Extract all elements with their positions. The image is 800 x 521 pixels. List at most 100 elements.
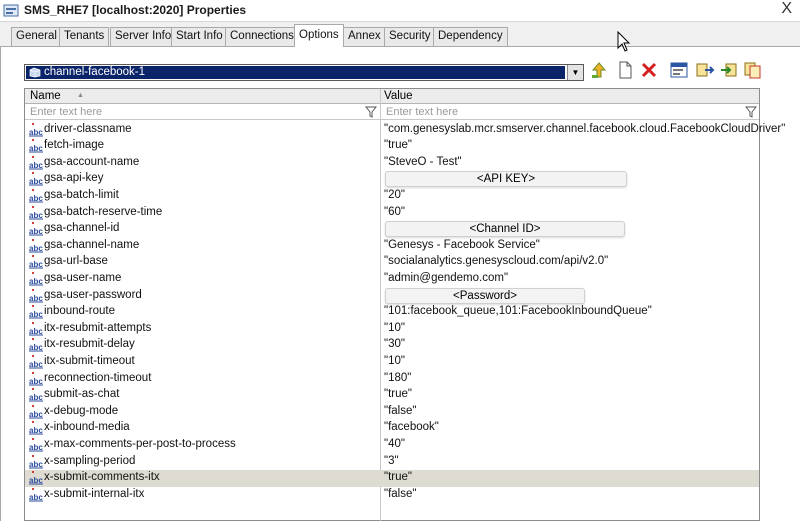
export-icon[interactable]: [695, 60, 715, 80]
tab-connections[interactable]: Connections: [225, 27, 299, 46]
option-value[interactable]: "false": [384, 488, 416, 500]
table-row[interactable]: abc x-sampling-period "3": [25, 454, 759, 471]
table-row[interactable]: abc reconnection-timeout "180": [25, 371, 759, 388]
string-type-icon: abc: [29, 172, 43, 186]
option-name: x-max-comments-per-post-to-process: [44, 437, 236, 450]
option-value[interactable]: "30": [384, 338, 405, 350]
table-row[interactable]: abc x-debug-mode "false": [25, 404, 759, 421]
tab-dependency[interactable]: Dependency: [433, 27, 508, 46]
table-row[interactable]: abc itx-resubmit-attempts "10": [25, 321, 759, 338]
string-type-icon: abc: [29, 437, 43, 452]
table-row[interactable]: abc driver-classname "com.genesyslab.mcr.s…: [25, 122, 785, 139]
option-value[interactable]: "101:facebook_queue,101:FacebookInboundQ…: [384, 305, 652, 317]
table-row[interactable]: abc gsa-batch-reserve-time "60": [25, 205, 759, 222]
copy-icon[interactable]: [743, 60, 763, 80]
table-row[interactable]: abc gsa-batch-limit "20": [25, 188, 759, 205]
string-type-icon: abc: [29, 222, 43, 236]
option-name: gsa-user-name: [44, 271, 122, 284]
table-row[interactable]: abc inbound-route "101:facebook_queue,101:…: [25, 304, 759, 321]
option-value[interactable]: "true": [384, 139, 412, 151]
string-type-icon: abc: [29, 271, 43, 286]
close-button[interactable]: X: [781, 0, 792, 18]
delete-x-icon[interactable]: [639, 60, 659, 80]
option-value[interactable]: "SteveO - Test": [384, 156, 462, 168]
option-value[interactable]: "Genesys - Facebook Service": [384, 239, 540, 251]
option-value[interactable]: "socialanalytics.genesyscloud.com/api/v2…: [384, 255, 608, 267]
option-name: gsa-channel-id: [44, 222, 120, 235]
table-row[interactable]: abc submit-as-chat "true": [25, 387, 759, 404]
string-type-icon: abc: [29, 321, 43, 336]
option-value[interactable]: "false": [384, 405, 416, 417]
option-value[interactable]: "facebook": [384, 421, 439, 433]
table-row[interactable]: abc gsa-api-key <API KEY>: [25, 171, 759, 188]
filter-row: Enter text here Enter text here: [25, 104, 759, 120]
column-header-value[interactable]: Value: [384, 90, 413, 102]
option-name: gsa-user-password: [44, 288, 142, 301]
table-row[interactable]: abc gsa-channel-id <Channel ID>: [25, 221, 759, 238]
option-name: itx-resubmit-attempts: [44, 321, 152, 334]
tab-security[interactable]: Security: [384, 27, 436, 46]
option-name: x-sampling-period: [44, 454, 136, 467]
option-name: gsa-batch-limit: [44, 188, 119, 201]
table-row[interactable]: abc itx-resubmit-delay "30": [25, 337, 759, 354]
option-value[interactable]: "40": [384, 438, 405, 450]
tab-start-info[interactable]: Start Info: [171, 27, 228, 46]
value-filter-input[interactable]: Enter text here: [383, 105, 743, 119]
tab-tenants[interactable]: Tenants: [59, 27, 110, 46]
string-type-icon: abc: [29, 354, 43, 369]
option-name: x-submit-internal-itx: [44, 487, 145, 500]
import-icon[interactable]: [719, 60, 739, 80]
table-row[interactable]: abc gsa-url-base "socialanalytics.genesysc…: [25, 254, 759, 271]
table-row[interactable]: abc gsa-channel-name "Genesys - Facebook S…: [25, 238, 759, 255]
app-icon: [3, 4, 19, 17]
string-type-icon: abc: [29, 371, 43, 386]
option-value[interactable]: "true": [384, 471, 412, 483]
column-header-name[interactable]: Name: [30, 90, 61, 102]
edit-properties-icon[interactable]: [669, 60, 689, 80]
string-type-icon: abc: [29, 388, 43, 402]
string-type-icon: abc: [29, 471, 43, 485]
option-value[interactable]: "20": [384, 189, 405, 201]
table-row[interactable]: abc gsa-account-name "SteveO - Test": [25, 155, 759, 172]
option-name: gsa-account-name: [44, 155, 140, 168]
option-value[interactable]: "60": [384, 206, 405, 218]
option-value[interactable]: "10": [384, 355, 405, 367]
mouse-cursor-icon: [617, 31, 631, 52]
table-row[interactable]: abc x-inbound-media "facebook": [25, 420, 759, 437]
tab-options[interactable]: Options: [294, 24, 344, 47]
name-filter-input[interactable]: Enter text here: [27, 105, 361, 119]
chevron-down-icon[interactable]: ▼: [567, 65, 583, 80]
table-row[interactable]: abc x-submit-comments-itx "true": [25, 470, 759, 487]
filter-funnel-icon[interactable]: [365, 106, 377, 118]
table-row[interactable]: abc x-submit-internal-itx "false": [25, 487, 759, 504]
window-title: SMS_RHE7 [localhost:2020] Properties: [24, 3, 247, 17]
option-value[interactable]: "true": [384, 388, 412, 400]
table-row[interactable]: abc gsa-user-name "admin@gendemo.com": [25, 271, 759, 288]
table-row[interactable]: abc itx-submit-timeout "10": [25, 354, 759, 371]
string-type-icon: abc: [29, 155, 43, 170]
new-document-icon[interactable]: [615, 60, 635, 80]
table-row[interactable]: abc x-max-comments-per-post-to-process "40…: [25, 437, 759, 454]
string-type-icon: abc: [29, 421, 43, 435]
option-name: gsa-api-key: [44, 172, 104, 185]
option-name: inbound-route: [44, 305, 115, 318]
option-value[interactable]: "180": [384, 372, 411, 384]
string-type-icon: abc: [29, 238, 43, 253]
table-row[interactable]: abc fetch-image "true": [25, 138, 759, 155]
tab-annex[interactable]: Annex: [343, 27, 386, 46]
option-name: gsa-batch-reserve-time: [44, 205, 163, 218]
option-value[interactable]: "10": [384, 322, 405, 334]
option-value[interactable]: "com.genesyslab.mcr.smserver.channel.fac…: [384, 123, 785, 135]
section-name: channel-facebook-1: [44, 66, 146, 78]
option-value[interactable]: "admin@gendemo.com": [384, 272, 508, 284]
option-value[interactable]: "3": [384, 455, 399, 467]
tab-general[interactable]: General: [11, 27, 62, 46]
section-dropdown[interactable]: channel-facebook-1 ▼: [24, 64, 584, 81]
table-row[interactable]: abc gsa-user-password <Password>: [25, 287, 759, 305]
grid-header: Name ▲ Value: [25, 89, 759, 104]
filter-funnel-icon[interactable]: [745, 106, 757, 118]
tab-server-info[interactable]: Server Info: [110, 27, 177, 46]
upload-arrow-icon[interactable]: [589, 60, 609, 80]
string-type-icon: abc: [29, 305, 43, 319]
option-name: itx-resubmit-delay: [44, 338, 135, 351]
